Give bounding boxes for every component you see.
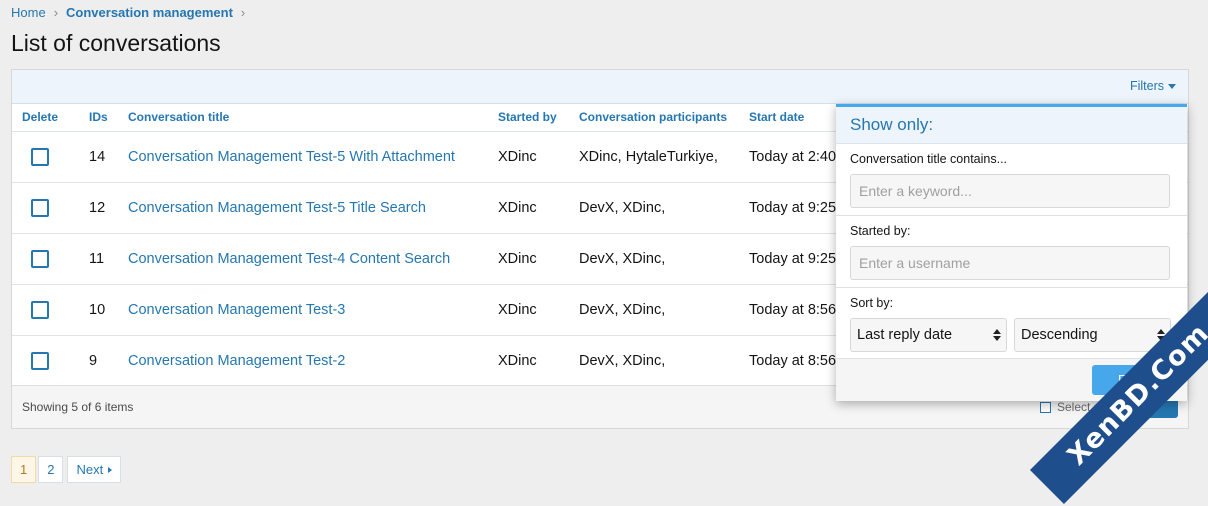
sort-row: Sort by: Last reply date Descending	[836, 288, 1187, 359]
sort-field-select[interactable]: Last reply date	[850, 318, 1007, 352]
title-keyword-input[interactable]: Enter a keyword...	[850, 174, 1170, 208]
row-started-by: XDinc	[498, 284, 579, 336]
row-id: 9	[89, 335, 128, 387]
delete-checkbox[interactable]	[31, 148, 49, 166]
sort-direction-value: Descending	[1021, 327, 1098, 343]
delete-checkbox[interactable]	[31, 301, 49, 319]
showing-count: Showing 5 of 6 items	[22, 400, 134, 414]
filters-toggle[interactable]: Filters	[1130, 79, 1176, 93]
header-participants: Conversation participants	[579, 103, 749, 132]
sort-direction-select[interactable]: Descending	[1014, 318, 1171, 352]
breadcrumb-home[interactable]: Home	[11, 5, 46, 20]
row-started-by: XDinc	[498, 335, 579, 387]
page-link-2[interactable]: 2	[38, 456, 64, 483]
chevron-right-icon: ›	[240, 5, 246, 20]
sort-field-value: Last reply date	[857, 327, 953, 343]
conversation-title-link[interactable]: Conversation Management Test-2	[128, 353, 345, 369]
conversation-title-link[interactable]: Conversation Management Test-5 With Atta…	[128, 149, 455, 165]
row-id: 11	[89, 233, 128, 285]
sort-by-label: Sort by:	[850, 296, 894, 310]
caret-down-icon	[1168, 83, 1176, 89]
started-by-filter-row: Started by: Enter a username	[836, 216, 1187, 288]
breadcrumb: Home › Conversation management ›	[11, 5, 245, 20]
delete-checkbox[interactable]	[31, 352, 49, 370]
row-id: 12	[89, 182, 128, 234]
pagination: 1 2 Next	[11, 456, 122, 483]
page-title: List of conversations	[11, 30, 221, 56]
updown-arrows-icon	[993, 329, 1001, 341]
title-filter-row: Conversation title contains... Enter a k…	[836, 144, 1187, 216]
conversation-title-link[interactable]: Conversation Management Test-4 Content S…	[128, 251, 450, 267]
title-filter-label: Conversation title contains...	[850, 152, 1008, 166]
row-participants: DevX, XDinc,	[579, 182, 749, 234]
username-input[interactable]: Enter a username	[850, 246, 1170, 280]
conversation-title-link[interactable]: Conversation Management Test-3	[128, 302, 345, 318]
conversation-title-link[interactable]: Conversation Management Test-5 Title Sea…	[128, 200, 426, 216]
filter-bar: Filters	[12, 70, 1188, 104]
filters-label: Filters	[1129, 79, 1164, 93]
row-participants: DevX, XDinc,	[579, 233, 749, 285]
row-id: 14	[89, 131, 128, 183]
chevron-right-icon: ›	[53, 5, 59, 20]
delete-checkbox[interactable]	[31, 199, 49, 217]
filter-menu: Show only: Conversation title contains..…	[836, 104, 1187, 401]
breadcrumb-conversation-management[interactable]: Conversation management	[66, 5, 233, 20]
next-label: Next	[76, 462, 104, 477]
delete-checkbox[interactable]	[31, 250, 49, 268]
next-page-button[interactable]: Next	[67, 456, 122, 483]
header-title: Conversation title	[128, 103, 498, 132]
header-ids: IDs	[89, 103, 128, 132]
page-link-1[interactable]: 1	[11, 456, 37, 483]
row-participants: DevX, XDinc,	[579, 335, 749, 387]
row-participants: DevX, XDinc,	[579, 284, 749, 336]
header-delete: Delete	[12, 103, 89, 132]
row-id: 10	[89, 284, 128, 336]
header-started-by: Started by	[498, 103, 579, 132]
started-by-label: Started by:	[850, 224, 911, 238]
row-started-by: XDinc	[498, 233, 579, 285]
caret-right-icon	[108, 466, 113, 473]
row-participants: XDinc, HytaleTurkiye,	[579, 131, 749, 183]
row-started-by: XDinc	[498, 131, 579, 183]
filter-menu-header: Show only:	[836, 107, 1187, 144]
row-started-by: XDinc	[498, 182, 579, 234]
select-all-checkbox[interactable]	[1040, 401, 1051, 413]
